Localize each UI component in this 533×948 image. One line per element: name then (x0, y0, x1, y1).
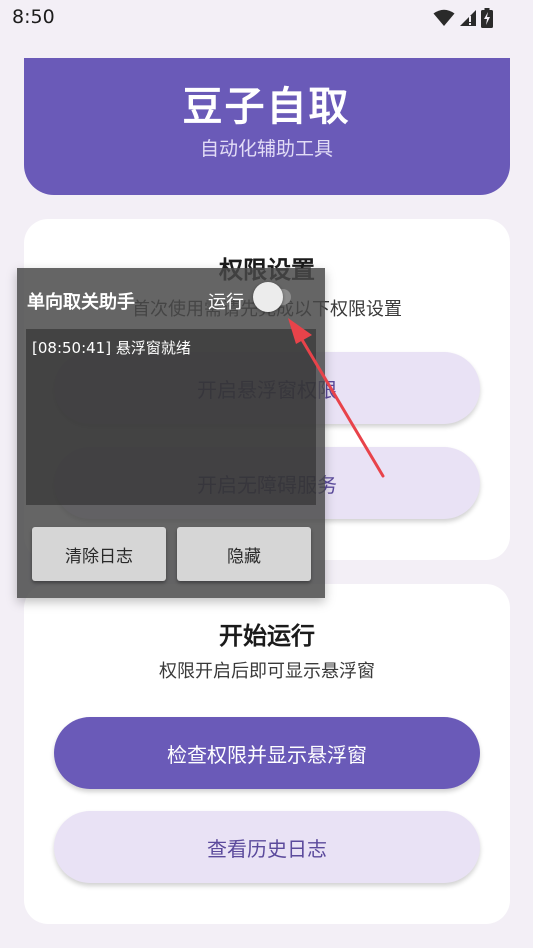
run-switch-label: 运行 (208, 292, 244, 313)
wifi-icon (433, 9, 455, 27)
run-title: 开始运行 (219, 622, 315, 650)
floating-window[interactable]: 单向取关助手 运行 [08:50:41] 悬浮窗就绪 清除日志 隐藏 (17, 268, 325, 598)
check-permission-button[interactable]: 检查权限并显示悬浮窗 (54, 717, 480, 789)
run-card: 开始运行 权限开启后即可显示悬浮窗 检查权限并显示悬浮窗 查看历史日志 (24, 584, 510, 924)
log-panel[interactable]: [08:50:41] 悬浮窗就绪 (26, 329, 316, 505)
signal-icon (459, 9, 477, 27)
switch-thumb (253, 282, 283, 312)
clear-log-button[interactable]: 清除日志 (32, 527, 166, 581)
status-icons (433, 8, 493, 28)
status-bar: 8:50 (0, 0, 533, 36)
log-line: [08:50:41] 悬浮窗就绪 (32, 339, 191, 357)
battery-charging-icon (481, 8, 493, 28)
app-screen: 8:50 豆子自取 自动化辅助工具 权限设置 首次使用需请先完成以下权限设置 开… (0, 0, 533, 948)
app-subtitle: 自动化辅助工具 (199, 138, 333, 160)
view-history-log-button[interactable]: 查看历史日志 (54, 811, 480, 883)
status-time: 8:50 (12, 6, 55, 28)
run-toggle-switch[interactable] (253, 282, 291, 312)
hide-button[interactable]: 隐藏 (177, 527, 311, 581)
floating-window-title: 单向取关助手 (27, 292, 135, 313)
app-title: 豆子自取 (182, 84, 351, 130)
run-subtitle: 权限开启后即可显示悬浮窗 (159, 661, 375, 682)
